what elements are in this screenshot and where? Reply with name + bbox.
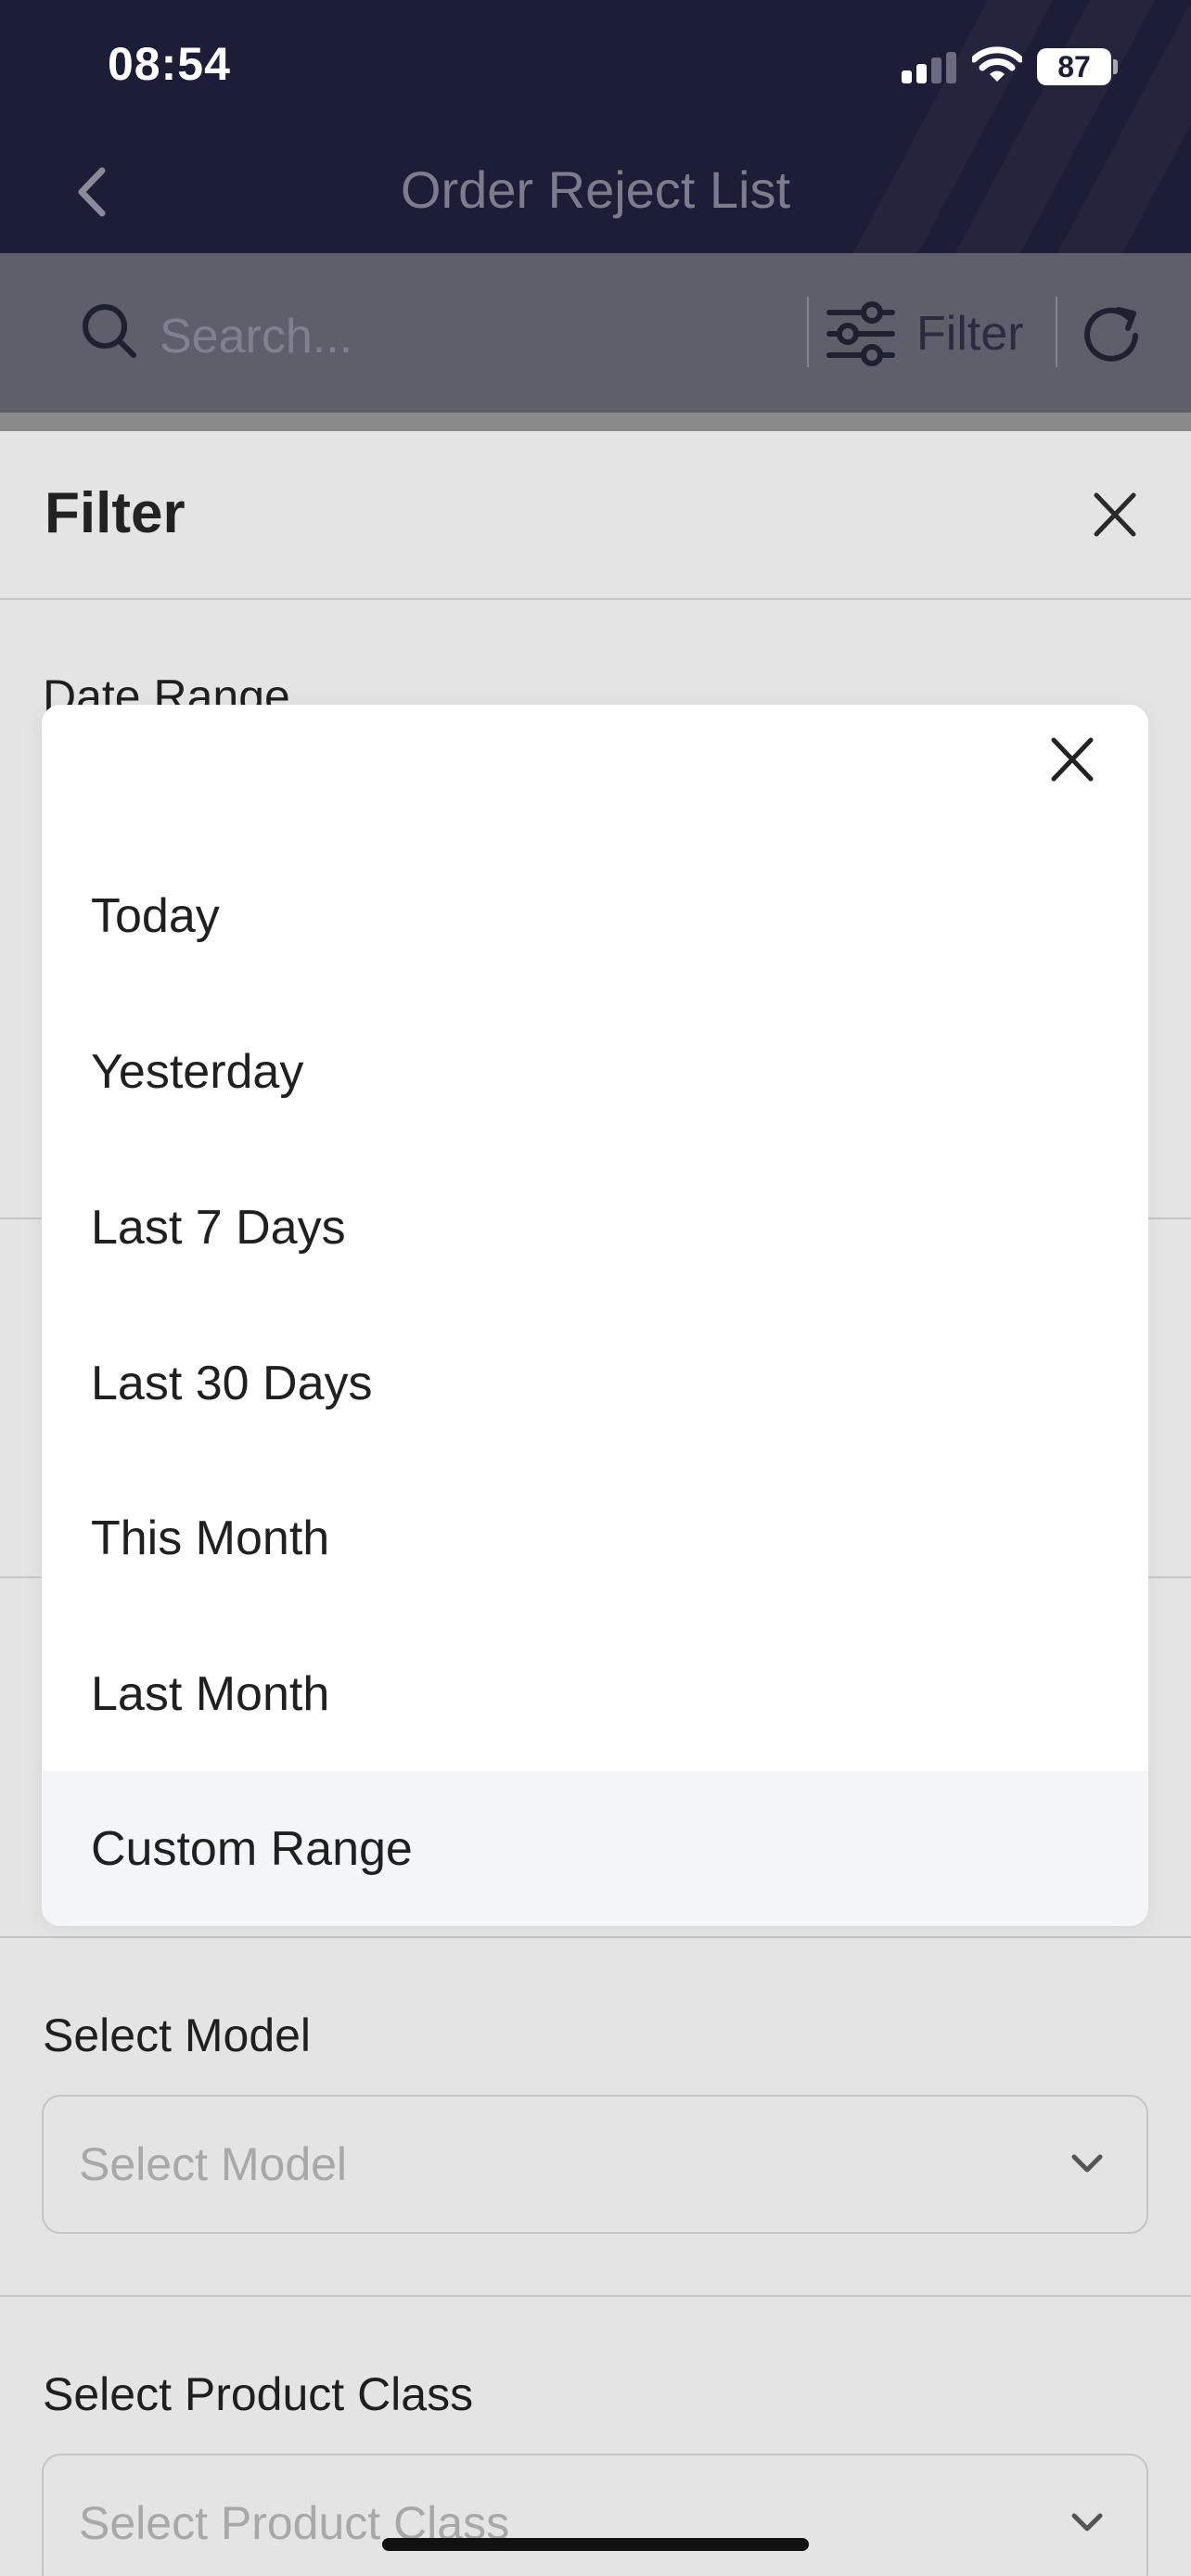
date-option-label: Custom Range — [91, 1821, 413, 1876]
date-option-this-month[interactable]: This Month — [42, 1460, 1148, 1616]
close-icon[interactable] — [1043, 727, 1102, 792]
select-product-class-dropdown[interactable]: Select Product Class — [42, 2454, 1148, 2576]
date-option-label: Last 7 Days — [91, 1201, 346, 1255]
date-option-label: This Month — [91, 1511, 330, 1565]
select-model-label: Select Model — [43, 2009, 312, 2061]
sheet-divider — [0, 598, 1191, 600]
signal-icon — [902, 52, 957, 83]
search-input[interactable] — [160, 304, 790, 369]
date-option-custom-range[interactable]: Custom Range — [42, 1771, 1148, 1926]
date-option-label: Today — [91, 889, 220, 943]
battery-nub — [1113, 59, 1118, 74]
date-option-label: Yesterday — [91, 1045, 304, 1099]
sheet-divider — [0, 2295, 1191, 2297]
select-model-dropdown[interactable]: Select Model — [42, 2095, 1148, 2234]
sliders-icon — [826, 301, 895, 366]
refresh-icon[interactable] — [1076, 299, 1150, 373]
filter-sheet-title: Filter — [45, 481, 186, 545]
date-option-last-7-days[interactable]: Last 7 Days — [42, 1150, 1148, 1306]
date-option-label: Last Month — [91, 1667, 330, 1721]
date-option-last-30-days[interactable]: Last 30 Days — [42, 1306, 1148, 1461]
search-icon — [83, 304, 136, 358]
status-time: 08:54 — [108, 38, 231, 90]
date-option-today[interactable]: Today — [42, 838, 1148, 994]
close-icon[interactable] — [1087, 482, 1143, 547]
filter-button[interactable]: Filter — [826, 297, 1039, 371]
toolbar-divider — [1056, 297, 1057, 367]
chevron-down-icon — [1071, 2513, 1103, 2531]
page-title: Order Reject List — [400, 160, 791, 219]
home-indicator — [382, 2538, 809, 2551]
date-option-yesterday[interactable]: Yesterday — [42, 994, 1148, 1150]
filter-button-label: Filter — [916, 307, 1024, 361]
select-product-class-label: Select Product Class — [43, 2368, 474, 2420]
toolbar-divider — [807, 297, 809, 367]
chevron-down-icon — [1071, 2154, 1103, 2173]
date-option-label: Last 30 Days — [91, 1357, 373, 1410]
battery-icon: 87 — [1037, 48, 1111, 85]
sheet-divider — [0, 1936, 1191, 1938]
list-preview-strip — [0, 413, 1191, 431]
date-option-last-month[interactable]: Last Month — [42, 1616, 1148, 1772]
select-model-placeholder: Select Model — [79, 2138, 348, 2190]
wifi-icon — [972, 46, 1022, 82]
